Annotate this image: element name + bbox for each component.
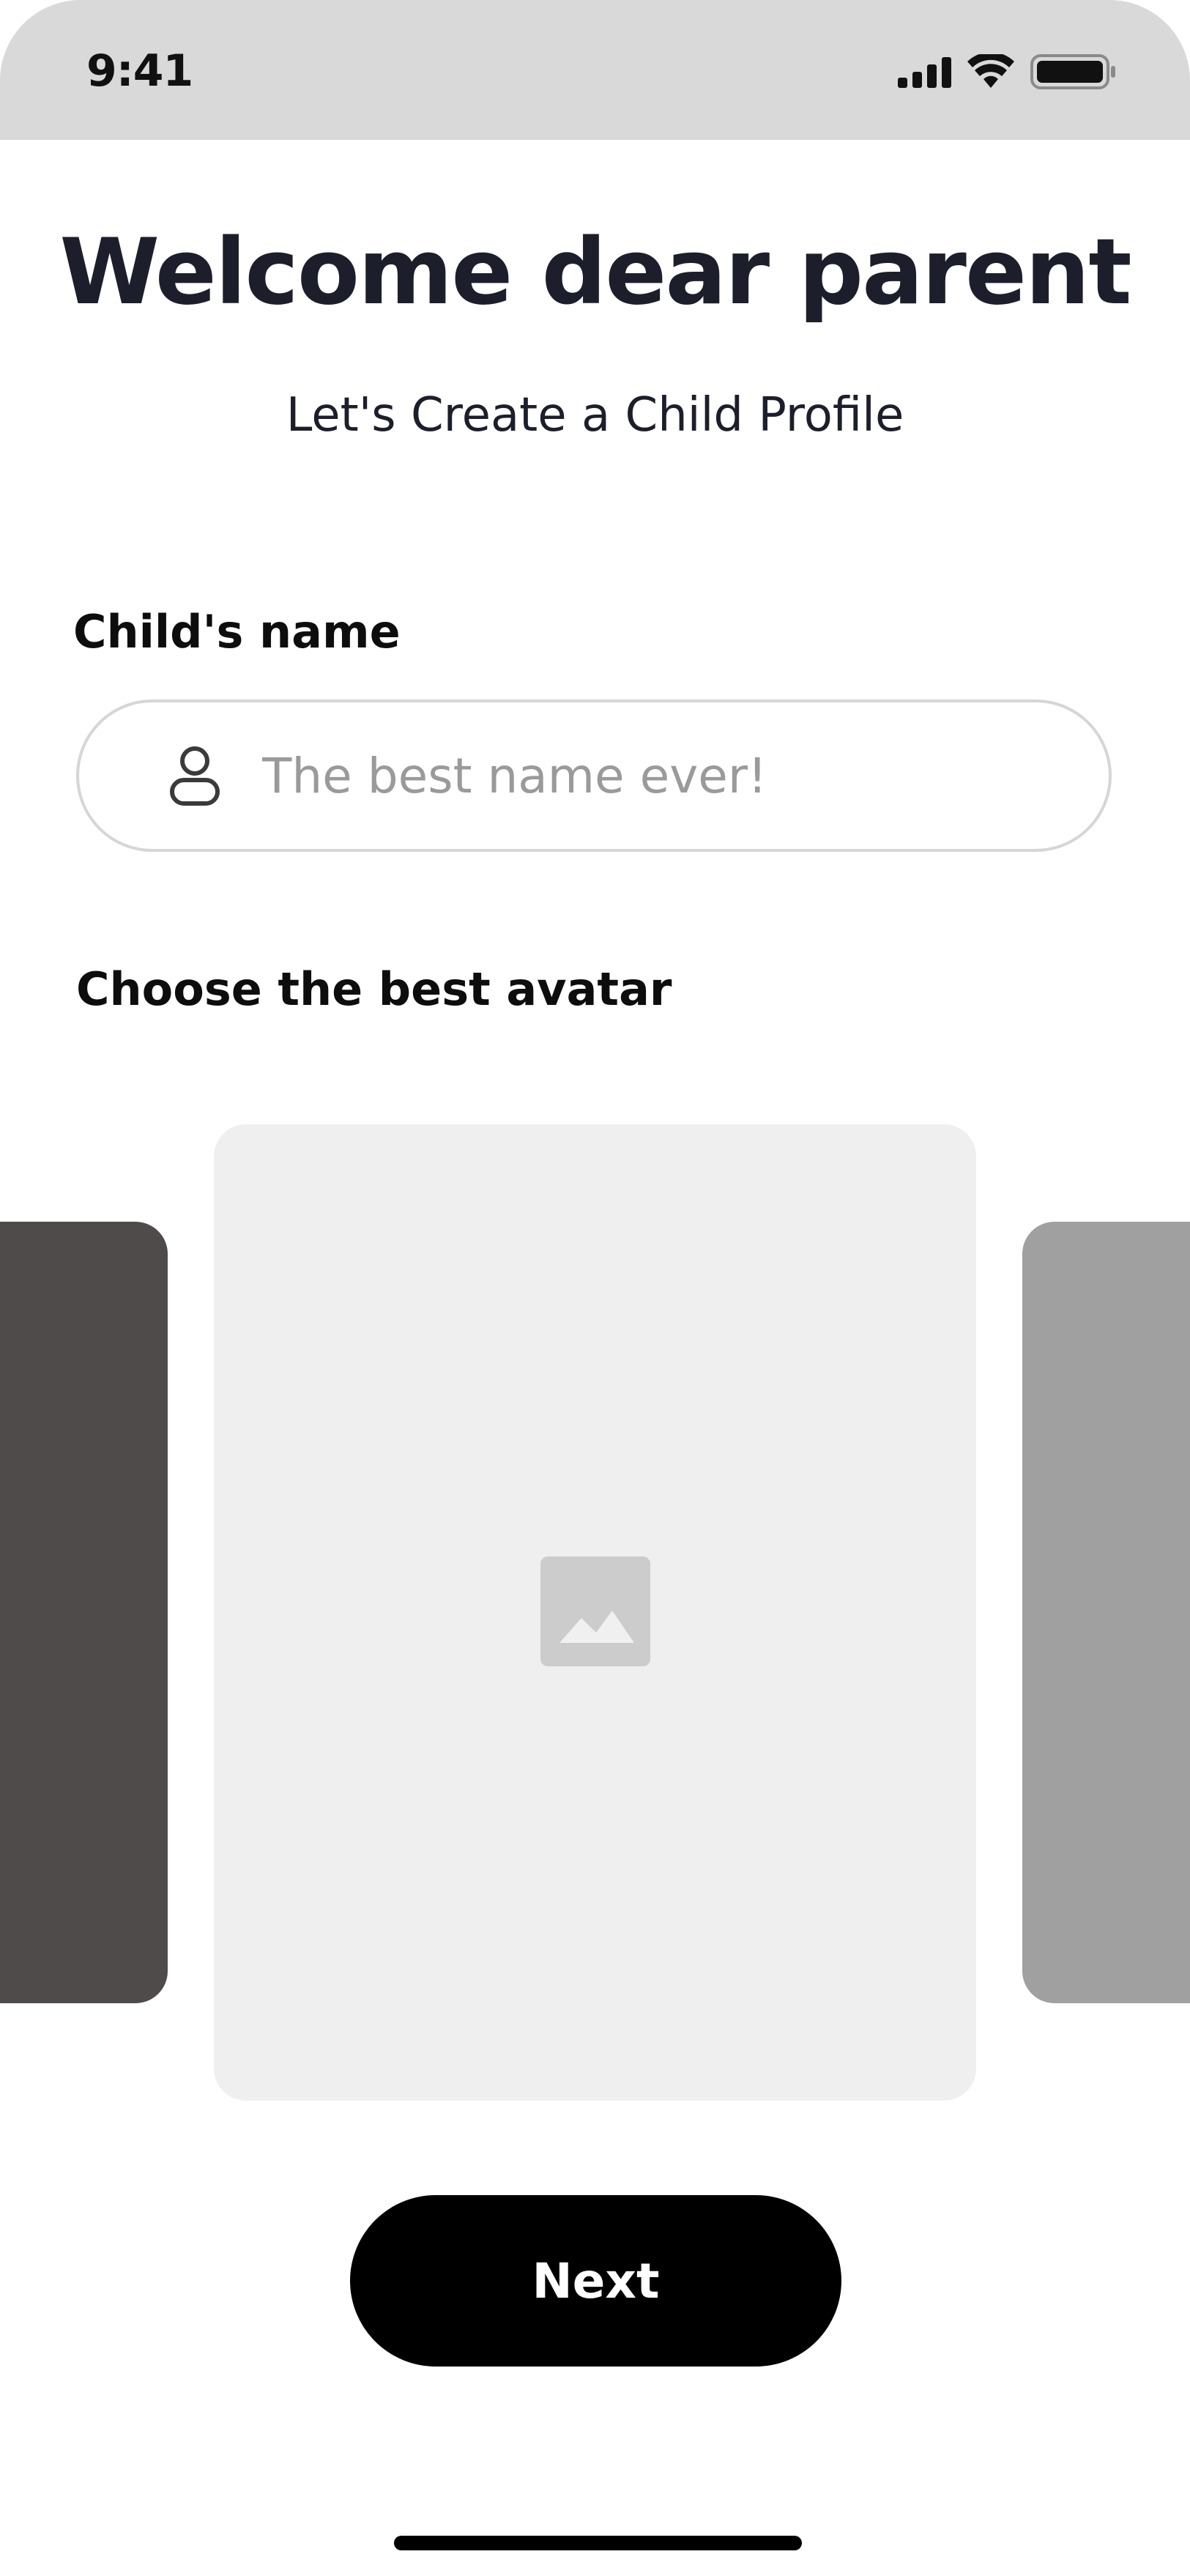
wifi-icon — [967, 54, 1014, 88]
status-icons — [898, 54, 1117, 89]
page-subtitle: Let's Create a Child Profile — [286, 388, 904, 442]
image-placeholder-icon — [540, 1556, 650, 1666]
child-profile-screen: 9:41 Welcome dear parent Let's Create a … — [0, 0, 1190, 2576]
next-button[interactable]: Next — [350, 2195, 841, 2367]
child-name-field[interactable] — [76, 699, 1112, 852]
avatar-label: Choose the best avatar — [76, 962, 672, 1016]
status-bar: 9:41 — [0, 0, 1190, 140]
child-name-label: Child's name — [73, 605, 401, 658]
person-icon — [170, 746, 220, 806]
avatar-option-left[interactable] — [0, 1222, 168, 2003]
battery-icon — [1030, 54, 1115, 89]
avatar-option-right[interactable] — [1022, 1222, 1190, 2003]
status-time: 9:41 — [86, 45, 193, 97]
page-title: Welcome dear parent — [59, 220, 1131, 325]
avatar-option-selected[interactable] — [214, 1124, 976, 2101]
home-indicator — [394, 2536, 802, 2550]
child-name-input[interactable] — [262, 739, 1068, 812]
signal-icon — [898, 56, 951, 88]
